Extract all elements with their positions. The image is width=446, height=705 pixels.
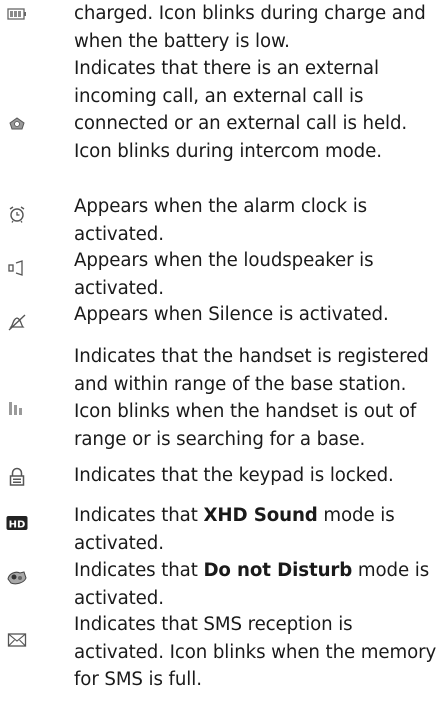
row-text-line: charged. Icon blinks during charge and xyxy=(74,3,426,24)
alarm-clock-icon xyxy=(4,201,30,227)
row-text-line: for SMS is full. xyxy=(74,669,202,690)
row-text-line: Appears when the alarm clock is xyxy=(74,196,368,217)
envelope-icon xyxy=(4,627,30,653)
svg-text:HD: HD xyxy=(9,520,26,531)
do-not-disturb-icon xyxy=(4,565,30,591)
row-text-line: Icon blinks when the handset is out of xyxy=(74,401,417,422)
do-not-disturb-label: Do not Disturb xyxy=(203,560,353,581)
row-text-line: Appears when Silence is activated. xyxy=(74,304,389,325)
hd-icon: HD xyxy=(4,510,30,536)
row-text-line: Indicates that the handset is registered xyxy=(74,346,429,367)
row-text-line: Appears when the loudspeaker is xyxy=(74,250,374,271)
phone-call-icon xyxy=(4,111,30,137)
row-text-line: Indicates that SMS reception is xyxy=(74,614,353,635)
row-text-line: and within range of the base station. xyxy=(74,373,407,395)
row-text-line: activated. xyxy=(74,223,164,245)
row-text: mode is xyxy=(317,505,395,526)
silence-bell-icon xyxy=(4,309,30,335)
battery-icon xyxy=(4,1,30,27)
row-text-line: activated. xyxy=(74,587,164,609)
padlock-icon xyxy=(4,464,30,490)
row-text-line: Icon blinks during intercom mode. xyxy=(74,140,382,162)
row-text-line: activated. Icon blinks when the memory xyxy=(74,641,437,663)
row-text-line: Indicates that there is an external xyxy=(74,58,379,79)
row-text: Indicates that xyxy=(74,505,204,526)
loudspeaker-icon xyxy=(4,255,30,281)
xhd-sound-label: XHD Sound xyxy=(203,505,318,526)
signal-bars-icon xyxy=(4,395,30,421)
row-text-line: when the battery is low. xyxy=(74,30,290,52)
row-text-line: activated. xyxy=(74,277,164,299)
row-text-line: connected or an external call is held. xyxy=(74,113,408,134)
row-text-line: range or is searching for a base. xyxy=(74,428,366,450)
row-text: Indicates that xyxy=(74,560,204,581)
row-text-line: Indicates that the keypad is locked. xyxy=(74,465,394,486)
row-text-line: activated. xyxy=(74,532,164,554)
row-text: mode is xyxy=(352,560,430,581)
row-text-line: incoming call, an external call is xyxy=(74,85,364,107)
